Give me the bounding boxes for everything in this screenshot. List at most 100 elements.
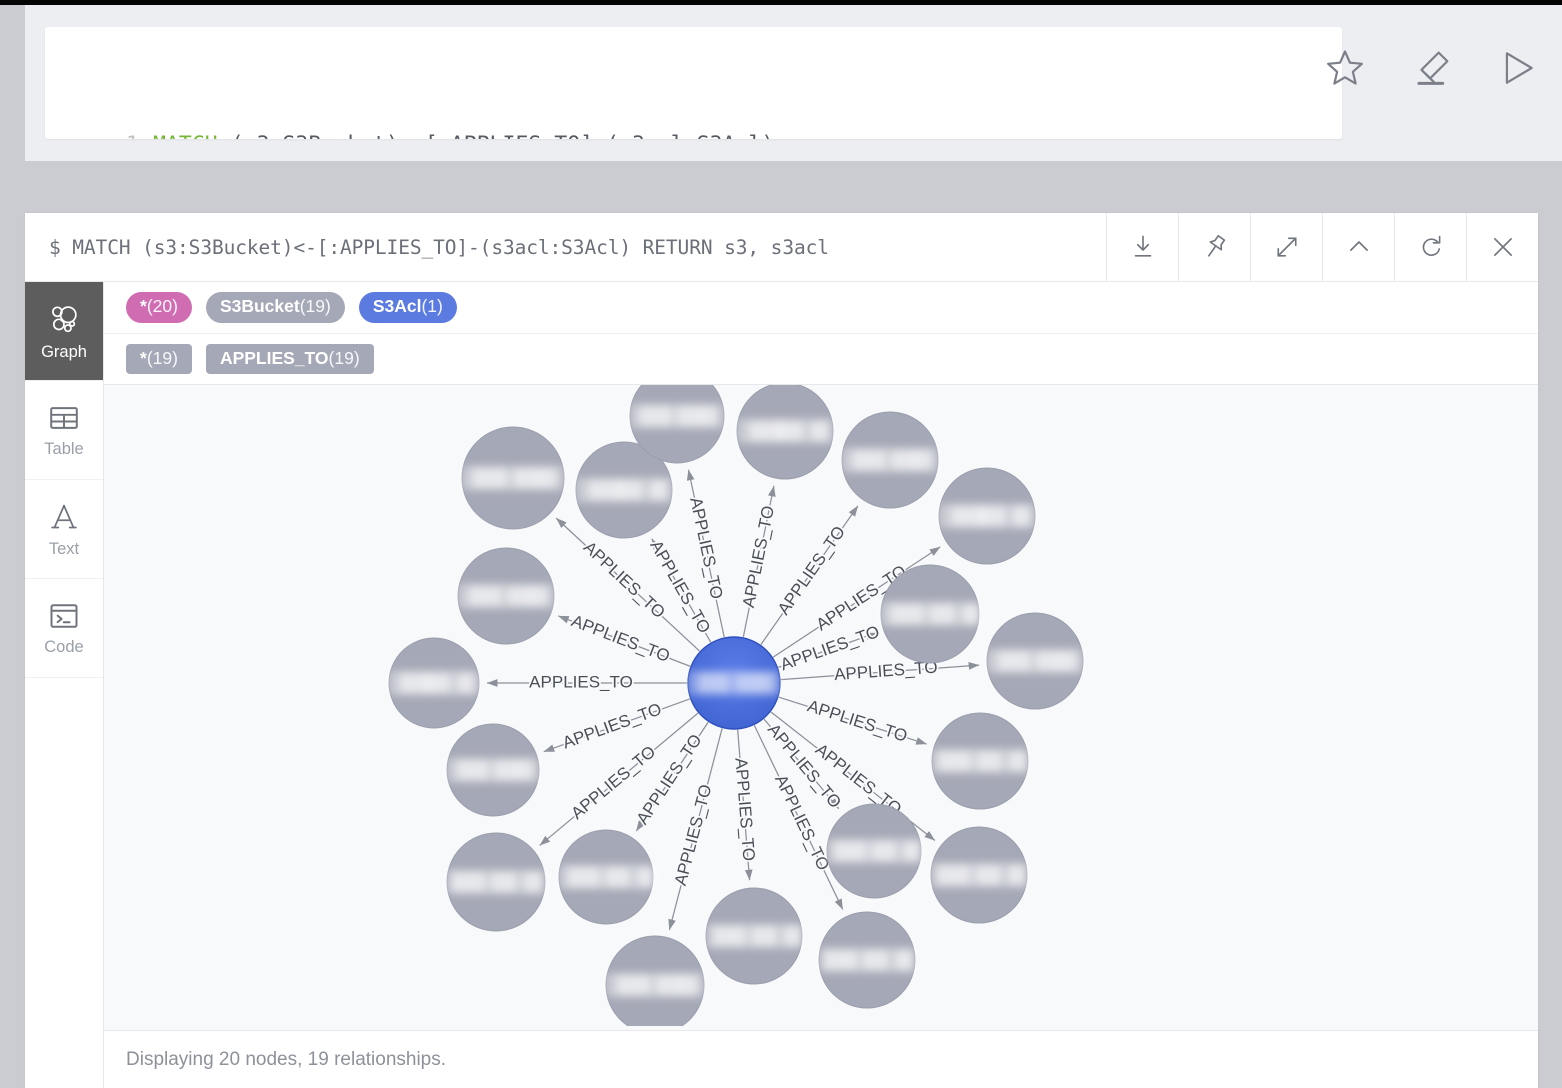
graph-node-s3bucket[interactable] bbox=[931, 827, 1027, 923]
legend-pill-label: * bbox=[140, 296, 147, 316]
graph-node-s3bucket[interactable] bbox=[939, 468, 1035, 564]
node-caption-redacted bbox=[706, 924, 802, 948]
node-caption-redacted bbox=[462, 466, 564, 490]
view-mode-sidebar: Graph Table bbox=[25, 282, 104, 1088]
graph-edge[interactable]: APPLIES_TO bbox=[761, 506, 858, 645]
rerun-button[interactable] bbox=[1394, 213, 1466, 281]
tab-graph[interactable]: Graph bbox=[25, 282, 103, 381]
close-icon bbox=[1494, 239, 1510, 255]
graph-node-s3bucket[interactable] bbox=[559, 830, 654, 924]
graph-node-s3bucket[interactable] bbox=[987, 613, 1083, 709]
edge-label: APPLIES_TO bbox=[686, 495, 726, 600]
edge-label: APPLIES_TO bbox=[671, 782, 716, 887]
node-caption-redacted bbox=[827, 839, 921, 863]
text-icon bbox=[52, 505, 76, 527]
status-text: Displaying 20 nodes, 19 relationships. bbox=[126, 1049, 446, 1071]
result-panel: $ MATCH (s3:S3Bucket)<-[:APPLIES_TO]-(s3… bbox=[25, 213, 1538, 1088]
close-button[interactable] bbox=[1466, 213, 1538, 281]
node-caption-redacted bbox=[630, 404, 724, 428]
tab-text[interactable]: Text bbox=[25, 480, 103, 579]
graph-node-s3acl[interactable] bbox=[688, 637, 780, 729]
graph-node-s3bucket[interactable] bbox=[706, 888, 802, 984]
legend-pill-s3acl[interactable]: S3Acl(1) bbox=[359, 292, 457, 323]
legend-pill-s3bucket[interactable]: S3Bucket(19) bbox=[206, 292, 345, 323]
node-caption-redacted bbox=[389, 671, 479, 695]
expand-icon bbox=[1278, 238, 1296, 256]
result-status-bar: Displaying 20 nodes, 19 relationships. bbox=[104, 1031, 1538, 1088]
graph-nodes[interactable] bbox=[389, 385, 1083, 1026]
legend: *(20) S3Bucket(19) S3Acl(1) *(19) bbox=[104, 282, 1538, 385]
node-caption-redacted bbox=[881, 602, 980, 626]
graph-node-s3bucket[interactable] bbox=[458, 548, 554, 644]
relationship-legend-row: *(19) APPLIES_TO(19) bbox=[104, 334, 1538, 386]
code-keyword-match: MATCH bbox=[153, 132, 218, 139]
graph-node-s3bucket[interactable] bbox=[447, 833, 545, 931]
graph-node-s3bucket[interactable] bbox=[447, 724, 539, 816]
graph-node-s3bucket[interactable] bbox=[827, 804, 921, 898]
legend-pill-label: * bbox=[140, 348, 147, 368]
graph-edge[interactable]: APPLIES_TO bbox=[731, 730, 758, 880]
favorite-button[interactable] bbox=[1322, 45, 1368, 91]
legend-pill-label: APPLIES_TO bbox=[220, 348, 329, 368]
graph-node-s3bucket[interactable] bbox=[842, 412, 938, 508]
graph-edge[interactable]: APPLIES_TO bbox=[558, 611, 690, 666]
graph-node-s3bucket[interactable] bbox=[462, 427, 564, 529]
expand-button[interactable] bbox=[1250, 213, 1322, 281]
code-icon bbox=[51, 605, 76, 627]
graph-visualization[interactable]: APPLIES_TOAPPLIES_TOAPPLIES_TOAPPLIES_TO… bbox=[104, 385, 1538, 1026]
node-caption-redacted bbox=[576, 478, 672, 502]
line-number-1: 1 bbox=[45, 125, 153, 139]
legend-pill-all-nodes[interactable]: *(20) bbox=[126, 292, 192, 323]
executed-query-text: $ MATCH (s3:S3Bucket)<-[:APPLIES_TO]-(s3… bbox=[25, 213, 1106, 281]
graph-node-s3bucket[interactable] bbox=[819, 912, 915, 1008]
graph-edge[interactable]: APPLIES_TO bbox=[779, 696, 927, 745]
edge-label: APPLIES_TO bbox=[529, 672, 633, 691]
node-caption-redacted bbox=[559, 865, 654, 889]
graph-node-s3bucket[interactable] bbox=[606, 936, 704, 1026]
download-button[interactable] bbox=[1106, 213, 1178, 281]
tab-text-label: Text bbox=[49, 540, 79, 559]
chevron-up-icon bbox=[1350, 242, 1366, 250]
node-caption-redacted bbox=[447, 758, 539, 782]
node-caption-redacted bbox=[819, 948, 915, 972]
graph-node-s3bucket[interactable] bbox=[932, 713, 1028, 809]
legend-pill-applies-to[interactable]: APPLIES_TO(19) bbox=[206, 344, 374, 375]
edge-label: APPLIES_TO bbox=[739, 504, 778, 609]
node-caption-redacted bbox=[458, 584, 554, 608]
run-button[interactable] bbox=[1494, 45, 1540, 91]
tab-table[interactable]: Table bbox=[25, 381, 103, 480]
tab-graph-label: Graph bbox=[41, 343, 87, 362]
node-caption-redacted bbox=[932, 749, 1028, 773]
result-header-actions bbox=[1106, 213, 1538, 281]
graph-node-s3bucket[interactable] bbox=[881, 565, 980, 663]
tab-code[interactable]: Code bbox=[25, 579, 103, 678]
result-body: Graph Table bbox=[25, 282, 1538, 1088]
editor-action-bar bbox=[1322, 45, 1540, 91]
code-line-1: 1MATCH (s3:S3Bucket)<-[:APPLIES_TO]-(s3a… bbox=[45, 125, 1342, 139]
query-editor[interactable]: 1MATCH (s3:S3Bucket)<-[:APPLIES_TO]-(s3a… bbox=[45, 27, 1342, 139]
node-legend-row: *(20) S3Bucket(19) S3Acl(1) bbox=[104, 282, 1538, 334]
query-editor-frame: 1MATCH (s3:S3Bucket)<-[:APPLIES_TO]-(s3a… bbox=[25, 5, 1562, 161]
legend-pill-all-relationships[interactable]: *(19) bbox=[126, 344, 192, 375]
graph-edge[interactable]: APPLIES_TO bbox=[739, 486, 778, 637]
graph-node-s3bucket[interactable] bbox=[389, 638, 479, 728]
pin-button[interactable] bbox=[1178, 213, 1250, 281]
legend-pill-count: (19) bbox=[147, 348, 178, 368]
collapse-button[interactable] bbox=[1322, 213, 1394, 281]
cypher-code[interactable]: 1MATCH (s3:S3Bucket)<-[:APPLIES_TO]-(s3a… bbox=[45, 27, 1342, 139]
node-caption-redacted bbox=[931, 863, 1027, 887]
graph-node-s3bucket[interactable] bbox=[737, 385, 833, 479]
edge-label: APPLIES_TO bbox=[805, 696, 910, 745]
tab-table-label: Table bbox=[44, 440, 83, 459]
refresh-icon bbox=[1423, 237, 1439, 256]
neo4j-browser-app: 1MATCH (s3:S3Bucket)<-[:APPLIES_TO]-(s3a… bbox=[0, 0, 1562, 1088]
legend-pill-label: S3Acl bbox=[373, 296, 422, 316]
graph-canvas[interactable]: APPLIES_TOAPPLIES_TOAPPLIES_TOAPPLIES_TO… bbox=[104, 385, 1538, 1031]
legend-pill-count: (1) bbox=[421, 296, 442, 316]
clear-button[interactable] bbox=[1408, 45, 1454, 91]
graph-edge[interactable]: APPLIES_TO bbox=[544, 699, 690, 753]
graph-edge[interactable]: APPLIES_TO bbox=[487, 672, 687, 691]
code-rest-1: (s3:S3Bucket)<-[:APPLIES_TO]-(s3acl:S3Ac… bbox=[218, 132, 775, 139]
node-caption-redacted bbox=[939, 504, 1035, 528]
table-icon bbox=[51, 408, 77, 428]
